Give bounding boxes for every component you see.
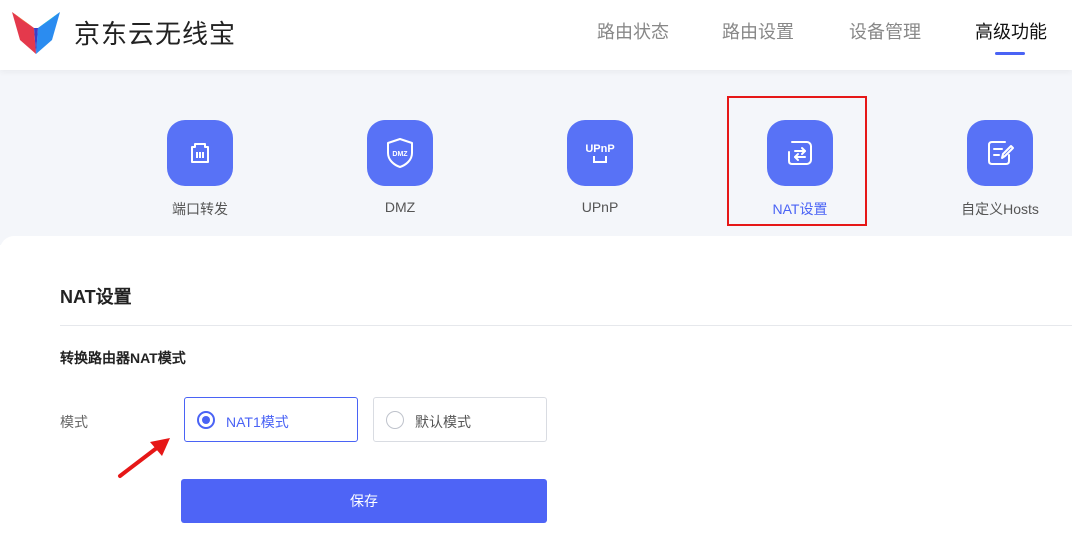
port-forward-tile [167, 120, 233, 186]
upnp-icon-text: UPnP [585, 143, 614, 155]
brand-name: 京东云无线宝 [74, 19, 237, 49]
brand-logo [12, 12, 60, 54]
radio-unselected-icon [386, 411, 404, 429]
nav-advanced-features[interactable]: 高级功能 [975, 18, 1047, 44]
save-button[interactable]: 保存 [181, 479, 547, 523]
nav-device-management[interactable]: 设备管理 [849, 18, 921, 44]
hosts-tile [967, 120, 1033, 186]
feature-custom-hosts[interactable]: 自定义Hosts [930, 120, 1070, 230]
feature-label: 自定义Hosts [961, 201, 1039, 217]
radio-default-mode[interactable]: 默认模式 [373, 397, 547, 442]
radio-label: 默认模式 [415, 414, 471, 430]
top-header: 京东云无线宝 路由状态 路由设置 设备管理 高级功能 [0, 0, 1072, 70]
page-title: NAT设置 [60, 287, 132, 307]
radio-label: NAT1模式 [226, 414, 289, 430]
nav-router-settings[interactable]: 路由设置 [722, 18, 794, 44]
feature-label: UPnP [581, 199, 619, 215]
radio-selected-icon [197, 411, 215, 429]
section-divider [60, 325, 1072, 326]
feature-label: 端口转发 [172, 201, 228, 217]
upnp-icon: UPnP [585, 143, 615, 163]
nav-router-status[interactable]: 路由状态 [597, 18, 669, 44]
annotation-highlight-box [727, 96, 867, 226]
feature-port-forward[interactable]: 端口转发 [130, 120, 270, 230]
feature-band: 端口转发 DMZ DMZ UPnP UPnP NAT设置 自定义Hosts [0, 70, 1072, 245]
mode-label: 模式 [60, 414, 88, 430]
upnp-tile: UPnP [567, 120, 633, 186]
dmz-icon-text: DMZ [392, 151, 408, 158]
feature-upnp[interactable]: UPnP UPnP [530, 120, 670, 230]
feature-dmz[interactable]: DMZ DMZ [330, 120, 470, 230]
annotation-arrow-icon [118, 438, 170, 478]
dmz-shield-icon: DMZ [387, 138, 413, 168]
feature-label: DMZ [384, 199, 416, 215]
port-forward-icon [191, 143, 209, 163]
edit-note-icon [988, 141, 1014, 165]
dmz-tile: DMZ [367, 120, 433, 186]
radio-nat1-mode[interactable]: NAT1模式 [184, 397, 358, 442]
nav-active-indicator [995, 52, 1025, 55]
section-subtitle: 转换路由器NAT模式 [60, 350, 186, 366]
